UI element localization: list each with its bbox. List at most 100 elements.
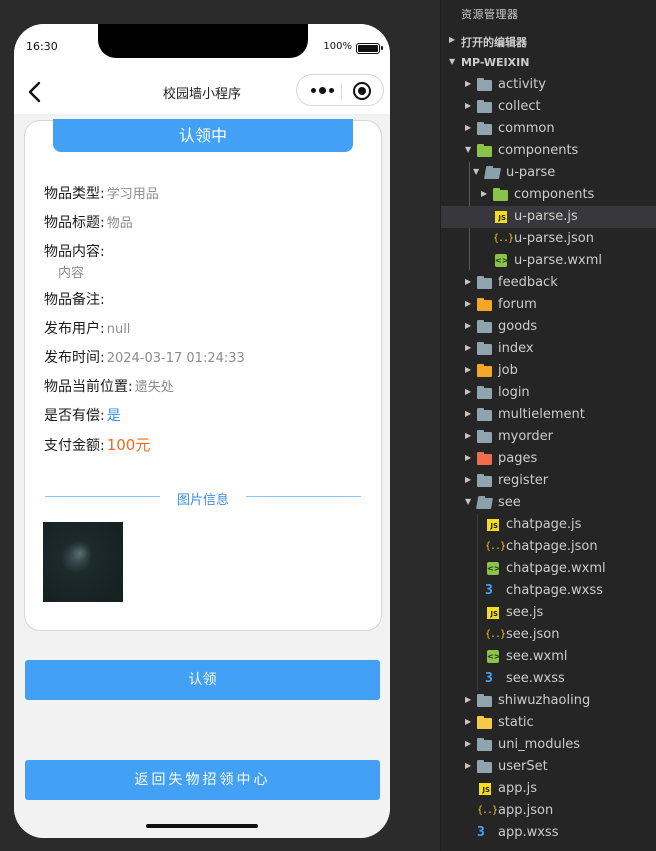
tree-item-label: uni_modules <box>498 737 581 752</box>
tree-item-label: chatpage.json <box>506 539 598 554</box>
tree-folder-item[interactable]: ▶ forum <box>441 294 656 316</box>
open-editors-section[interactable]: ▶ 打开的编辑器 <box>441 30 656 52</box>
battery-icon <box>356 43 383 54</box>
tree-file-item[interactable]: JS see.js <box>441 602 656 624</box>
tree-folder-item[interactable]: ▼ u-parse <box>441 162 656 184</box>
item-content-label: 物品内容: <box>44 244 105 260</box>
navigation-bar: 校园墙小程序 <box>14 70 390 114</box>
tree-file-item[interactable]: {..} app.json <box>441 800 656 822</box>
reward-value: 是 <box>106 408 121 424</box>
phone-notch <box>98 24 308 58</box>
tree-folder-item[interactable]: ▶ goods <box>441 316 656 338</box>
chevron-right-icon: ▶ <box>465 123 472 132</box>
chevron-right-icon: ▶ <box>465 321 472 330</box>
workspace: 16:30 100% 校园墙小程序 认领中 物品类型: 学习用品 物品标题: 物… <box>0 0 656 851</box>
chevron-right-icon: ▶ <box>465 277 472 286</box>
tree-folder-item[interactable]: ▶ feedback <box>441 272 656 294</box>
tree-file-item[interactable]: {..} see.json <box>441 624 656 646</box>
tree-item-label: chatpage.wxml <box>506 561 606 576</box>
tree-item-label: forum <box>498 297 537 312</box>
tree-file-item[interactable]: <> chatpage.wxml <box>441 558 656 580</box>
tree-file-item[interactable]: {..} u-parse.json <box>441 228 656 250</box>
tree-folder-item[interactable]: ▼ components <box>441 140 656 162</box>
json-file-icon: {..} <box>485 629 506 640</box>
tree-item-label: chatpage.wxss <box>506 583 603 598</box>
tree-folder-item[interactable]: ▶ collect <box>441 96 656 118</box>
tree-file-item[interactable]: JS chatpage.js <box>441 514 656 536</box>
tree-item-label: chatpage.js <box>506 517 582 532</box>
tree-folder-item[interactable]: ▶ register <box>441 470 656 492</box>
tree-item-label: see.json <box>506 627 560 642</box>
tree-folder-item[interactable]: ▶ common <box>441 118 656 140</box>
wxml-file-icon: <> <box>487 562 501 575</box>
project-section[interactable]: ▼ MP-WEIXIN <box>441 52 656 74</box>
tree-file-item[interactable]: <> see.wxml <box>441 646 656 668</box>
item-type-row: 物品类型: 学习用品 <box>44 183 159 203</box>
chevron-down-icon: ▼ <box>465 497 472 506</box>
image-section-label: 图片信息 <box>176 493 229 508</box>
tree-folder-item[interactable]: ▶ userSet <box>441 756 656 778</box>
tree-file-item[interactable]: 3 see.wxss <box>441 668 656 690</box>
tree-file-item[interactable]: JS u-parse.js <box>441 206 656 228</box>
chevron-right-icon: ▶ <box>465 299 472 308</box>
item-photo[interactable] <box>43 522 123 602</box>
item-content-row: 物品内容: <box>44 241 105 261</box>
tree-folder-item[interactable]: ▶ pages <box>441 448 656 470</box>
tree-item-label: see.js <box>506 605 544 620</box>
folder-open-icon <box>476 496 493 510</box>
tree-folder-item[interactable]: ▶ uni_modules <box>441 734 656 756</box>
more-dots-icon[interactable] <box>311 87 334 94</box>
tree-file-item[interactable]: {..} chatpage.json <box>441 536 656 558</box>
js-file-icon: JS <box>485 518 501 532</box>
tree-item-label: multielement <box>498 407 585 422</box>
tree-item-label: index <box>498 341 534 356</box>
js-file-icon: JS <box>477 782 493 796</box>
close-target-icon[interactable] <box>353 82 371 100</box>
tree-folder-item[interactable]: ▶ login <box>441 382 656 404</box>
tree-item-label: collect <box>498 99 541 114</box>
wxml-file-icon: <> <box>495 254 509 267</box>
tree-item-label: see.wxml <box>506 649 568 664</box>
item-type-label: 物品类型: <box>44 186 105 202</box>
claim-button[interactable]: 认领 <box>25 660 380 700</box>
tree-item-label: u-parse.json <box>514 231 594 246</box>
folder-icon <box>477 386 493 400</box>
location-label: 物品当前位置: <box>44 379 133 395</box>
folder-icon <box>477 100 493 114</box>
chevron-right-icon: ▶ <box>465 79 472 88</box>
tree-folder-item[interactable]: ▶ job <box>441 360 656 382</box>
divider-line-right <box>246 496 361 497</box>
tree-folder-item[interactable]: ▶ index <box>441 338 656 360</box>
tree-item-label: see.wxss <box>506 671 565 686</box>
publisher-row: 发布用户: null <box>44 318 130 338</box>
tree-file-item[interactable]: 3 app.wxss <box>441 822 656 844</box>
tree-item-label: job <box>498 363 518 378</box>
tree-folder-item[interactable]: ▶ shiwuzhaoling <box>441 690 656 712</box>
tree-folder-item[interactable]: ▶ activity <box>441 74 656 96</box>
item-content-value: 内容 <box>58 266 85 281</box>
tree-folder-item[interactable]: ▶ myorder <box>441 426 656 448</box>
publish-time-label: 发布时间: <box>44 350 105 366</box>
tree-folder-item[interactable]: ▶ static <box>441 712 656 734</box>
location-value: 遗失处 <box>134 380 174 395</box>
folder-icon <box>477 78 493 92</box>
item-title-label: 物品标题: <box>44 215 105 231</box>
tree-file-item[interactable]: JS app.js <box>441 778 656 800</box>
tree-item-label: common <box>498 121 555 136</box>
chevron-right-icon: ▶ <box>465 739 472 748</box>
tree-file-item[interactable]: <> u-parse.wxml <box>441 250 656 272</box>
tree-item-label: app.json <box>498 803 554 818</box>
return-to-lost-found-button[interactable]: 返回失物招领中心 <box>25 760 380 800</box>
file-explorer-panel: 资源管理器 ▶ 打开的编辑器 ▼ MP-WEIXIN ▶ activity ▶ col… <box>440 0 656 851</box>
chevron-right-icon: ▶ <box>465 101 472 110</box>
tree-folder-item[interactable]: ▶ components <box>441 184 656 206</box>
status-time: 16:30 <box>26 40 58 53</box>
chevron-down-icon: ▼ <box>465 145 472 154</box>
item-title-row: 物品标题: 物品 <box>44 212 133 232</box>
publish-time-row: 发布时间: 2024-03-17 01:24:33 <box>44 347 245 367</box>
folder-icon <box>477 474 493 488</box>
tree-folder-item[interactable]: ▶ multielement <box>441 404 656 426</box>
tree-folder-item[interactable]: ▼ see <box>441 492 656 514</box>
wxss-file-icon: 3 <box>485 671 493 686</box>
tree-file-item[interactable]: 3 chatpage.wxss <box>441 580 656 602</box>
